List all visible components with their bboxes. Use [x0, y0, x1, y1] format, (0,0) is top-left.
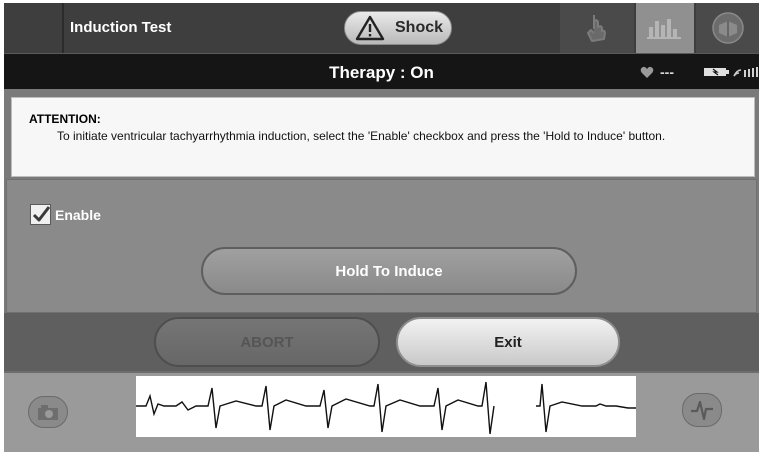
enable-checkbox[interactable]: [30, 204, 51, 225]
snapshot-button[interactable]: [28, 396, 68, 428]
attention-message: To initiate ventricular tachyarrhythmia …: [57, 129, 666, 143]
exit-button[interactable]: Exit: [396, 317, 620, 367]
therapy-status-bar: Therapy : On ---: [4, 53, 759, 89]
egm-waveform-icon: [691, 400, 713, 421]
abort-button[interactable]: ABORT: [154, 317, 380, 367]
attention-panel: ATTENTION: To initiate ventricular tachy…: [11, 97, 755, 177]
enable-checkbox-row[interactable]: Enable: [30, 204, 101, 225]
graph-tool-button[interactable]: [636, 3, 694, 53]
egm-bar: [4, 371, 759, 452]
telemetry-status: [704, 66, 759, 78]
hand-tool-button[interactable]: [560, 3, 634, 53]
app-window: Induction Test Shock Therapy: On --- AT…: [4, 3, 759, 452]
camera-icon: [38, 405, 58, 420]
bar-graph-icon: [647, 19, 681, 39]
hand-pointer-icon: [587, 15, 606, 42]
heart-rate-value: ---: [660, 64, 674, 80]
title-divider: [62, 3, 64, 53]
shock-label: Shock: [395, 19, 444, 36]
heart-icon: [640, 66, 654, 78]
action-button-row: ABORT Exit: [4, 313, 759, 371]
checkmark-icon: [32, 206, 51, 222]
warning-triangle-icon: [355, 15, 385, 41]
enable-label: Enable: [55, 206, 101, 223]
book-icon: [711, 12, 744, 44]
hold-to-induce-button[interactable]: Hold To Induce: [201, 247, 577, 295]
page-title: Induction Test: [70, 19, 172, 36]
attention-heading: ATTENTION:: [29, 112, 101, 126]
reference-tool-button[interactable]: [696, 3, 759, 53]
shock-button[interactable]: Shock: [344, 11, 452, 45]
title-bar: Induction Test Shock: [4, 3, 759, 53]
induction-control-panel: Enable Hold To Induce: [6, 179, 757, 313]
heart-rate-readout: ---: [640, 64, 674, 80]
egm-button[interactable]: [682, 393, 722, 427]
egm-strip: [136, 376, 636, 437]
telemetry-signal-icon: [733, 67, 758, 77]
battery-icon: [704, 68, 729, 76]
